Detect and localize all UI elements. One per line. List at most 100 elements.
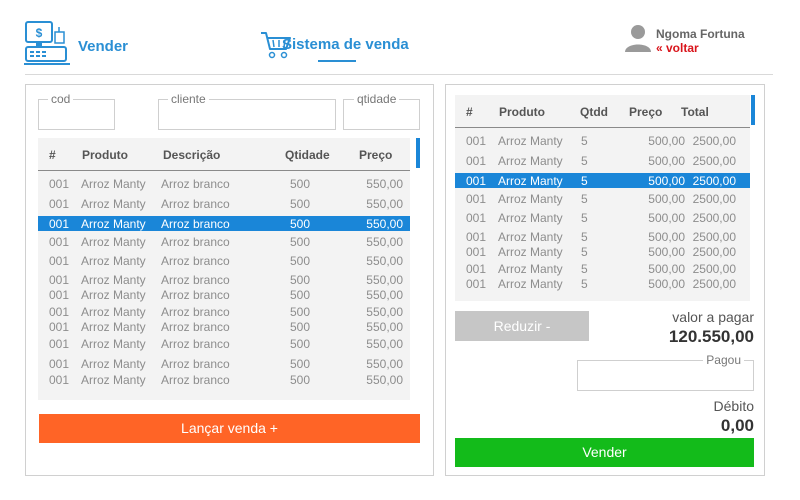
cell-id: 001 bbox=[49, 197, 70, 211]
cart-table: # Produto Qtdd Preço Total 001 Arroz Mant… bbox=[455, 95, 750, 301]
user-avatar-icon bbox=[625, 25, 651, 52]
cell-qtidade: 500 bbox=[289, 337, 310, 351]
table-row[interactable]: 001 Arroz Manty Arroz branco 500 550,00 bbox=[38, 304, 410, 319]
cell-preco: 500,00 bbox=[648, 277, 685, 291]
cell-qtdd: 5 bbox=[581, 262, 588, 276]
cell-produto: Arroz Manty bbox=[498, 174, 563, 188]
cell-qtidade: 500 bbox=[289, 254, 310, 268]
cell-id: 001 bbox=[466, 192, 487, 206]
table-row[interactable]: 001 Arroz Manty 5 500,00 2500,00 bbox=[455, 133, 750, 148]
svg-text:$: $ bbox=[36, 26, 43, 40]
cell-descricao: Arroz branco bbox=[161, 217, 230, 231]
col-header-preco: Preço bbox=[629, 105, 663, 119]
cliente-field: cliente bbox=[158, 92, 336, 130]
cell-produto: Arroz Manty bbox=[81, 288, 146, 302]
pos-register-icon: $ bbox=[24, 21, 70, 65]
cell-id: 001 bbox=[466, 134, 487, 148]
cell-produto: Arroz Manty bbox=[81, 305, 146, 319]
cell-id: 001 bbox=[49, 305, 70, 319]
valor-label: valor a pagar bbox=[672, 309, 754, 325]
table-row[interactable]: 001 Arroz Manty 5 500,00 2500,00 bbox=[455, 229, 750, 244]
cell-qtidade: 500 bbox=[289, 373, 310, 387]
cliente-label: cliente bbox=[168, 92, 209, 106]
table-row[interactable]: 001 Arroz Manty Arroz branco 500 550,00 bbox=[38, 253, 410, 268]
cell-preco: 500,00 bbox=[648, 211, 685, 225]
cell-produto: Arroz Manty bbox=[81, 177, 146, 191]
cell-preco: 550,00 bbox=[366, 288, 403, 302]
back-link[interactable]: « voltar bbox=[656, 41, 699, 55]
cell-id: 001 bbox=[466, 262, 487, 276]
app-header: $ Vender Sistema de venda Ngoma Fortuna … bbox=[0, 0, 800, 74]
cell-id: 001 bbox=[466, 154, 487, 168]
table-row[interactable]: 001 Arroz Manty 5 500,00 2500,00 bbox=[455, 191, 750, 206]
cart-scrollbar[interactable] bbox=[751, 95, 755, 125]
table-row[interactable]: 001 Arroz Manty Arroz branco 500 550,00 bbox=[38, 272, 410, 287]
pagou-field: Pagou bbox=[577, 353, 754, 391]
col-header-preco: Preço bbox=[359, 148, 393, 162]
table-row[interactable]: 001 Arroz Manty 5 500,00 2500,00 bbox=[455, 261, 750, 276]
cell-produto: Arroz Manty bbox=[81, 254, 146, 268]
table-row[interactable]: 001 Arroz Manty 5 500,00 2500,00 bbox=[455, 210, 750, 225]
col-header-id: # bbox=[49, 148, 56, 162]
cell-descricao: Arroz branco bbox=[161, 235, 230, 249]
header-divider bbox=[25, 74, 773, 75]
qtidade-label: qtidade bbox=[354, 92, 400, 106]
cell-qtdd: 5 bbox=[581, 277, 588, 291]
col-header-qtdd: Qtdd bbox=[580, 105, 608, 119]
cell-descricao: Arroz branco bbox=[161, 288, 230, 302]
cell-preco: 500,00 bbox=[648, 245, 685, 259]
cell-total: 2500,00 bbox=[692, 154, 736, 168]
cell-descricao: Arroz branco bbox=[161, 254, 230, 268]
table-row[interactable]: 001 Arroz Manty 5 500,00 2500,00 bbox=[455, 244, 750, 259]
table-row[interactable]: 001 Arroz Manty 5 500,00 2500,00 bbox=[455, 173, 750, 188]
table-row[interactable]: 001 Arroz Manty Arroz branco 500 550,00 bbox=[38, 176, 410, 191]
cart-table-header: # Produto Qtdd Preço Total bbox=[455, 95, 750, 128]
table-row[interactable]: 001 Arroz Manty Arroz branco 500 550,00 bbox=[38, 196, 410, 211]
col-header-descricao: Descrição bbox=[163, 148, 221, 162]
cell-preco: 550,00 bbox=[366, 320, 403, 334]
cell-qtdd: 5 bbox=[581, 134, 588, 148]
cell-produto: Arroz Manty bbox=[498, 230, 563, 244]
cell-id: 001 bbox=[466, 277, 487, 291]
debito-label: Débito bbox=[713, 398, 754, 414]
cell-id: 001 bbox=[49, 373, 70, 387]
cell-qtidade: 500 bbox=[289, 357, 310, 371]
debito-value: 0,00 bbox=[720, 416, 754, 435]
cell-qtidade: 500 bbox=[289, 177, 310, 191]
cell-id: 001 bbox=[49, 235, 70, 249]
table-row[interactable]: 001 Arroz Manty Arroz branco 500 550,00 bbox=[38, 287, 410, 302]
cell-id: 001 bbox=[466, 174, 487, 188]
cell-qtidade: 500 bbox=[289, 305, 310, 319]
table-row[interactable]: 001 Arroz Manty Arroz branco 500 550,00 bbox=[38, 372, 410, 387]
col-header-produto: Produto bbox=[499, 105, 545, 119]
cell-id: 001 bbox=[466, 230, 487, 244]
table-row[interactable]: 001 Arroz Manty Arroz branco 500 550,00 bbox=[38, 234, 410, 249]
table-row[interactable]: 001 Arroz Manty Arroz branco 500 550,00 bbox=[38, 336, 410, 351]
cell-preco: 550,00 bbox=[366, 305, 403, 319]
cell-total: 2500,00 bbox=[692, 230, 736, 244]
cell-total: 2500,00 bbox=[692, 277, 736, 291]
cell-qtdd: 5 bbox=[581, 230, 588, 244]
col-header-total: Total bbox=[681, 105, 709, 119]
reduce-button[interactable]: Reduzir - bbox=[455, 311, 589, 341]
cell-id: 001 bbox=[49, 217, 70, 231]
table-row[interactable]: 001 Arroz Manty 5 500,00 2500,00 bbox=[455, 153, 750, 168]
cell-preco: 550,00 bbox=[366, 357, 403, 371]
cell-produto: Arroz Manty bbox=[498, 211, 563, 225]
cell-qtdd: 5 bbox=[581, 192, 588, 206]
cell-qtidade: 500 bbox=[289, 217, 310, 231]
table-row[interactable]: 001 Arroz Manty Arroz branco 500 550,00 bbox=[38, 216, 410, 231]
products-scrollbar[interactable] bbox=[416, 138, 420, 168]
sell-button[interactable]: Vender bbox=[455, 438, 754, 467]
cell-preco: 550,00 bbox=[366, 197, 403, 211]
cell-produto: Arroz Manty bbox=[498, 134, 563, 148]
launch-sale-button[interactable]: Lançar venda + bbox=[39, 414, 420, 443]
products-table-header: # Produto Descrição Qtidade Preço bbox=[38, 138, 410, 171]
table-row[interactable]: 001 Arroz Manty Arroz branco 500 550,00 bbox=[38, 319, 410, 334]
table-row[interactable]: 001 Arroz Manty Arroz branco 500 550,00 bbox=[38, 356, 410, 371]
cell-id: 001 bbox=[49, 357, 70, 371]
system-title: Sistema de venda bbox=[282, 36, 409, 53]
table-row[interactable]: 001 Arroz Manty 5 500,00 2500,00 bbox=[455, 276, 750, 291]
cell-qtidade: 500 bbox=[289, 273, 310, 287]
cell-preco: 550,00 bbox=[366, 177, 403, 191]
